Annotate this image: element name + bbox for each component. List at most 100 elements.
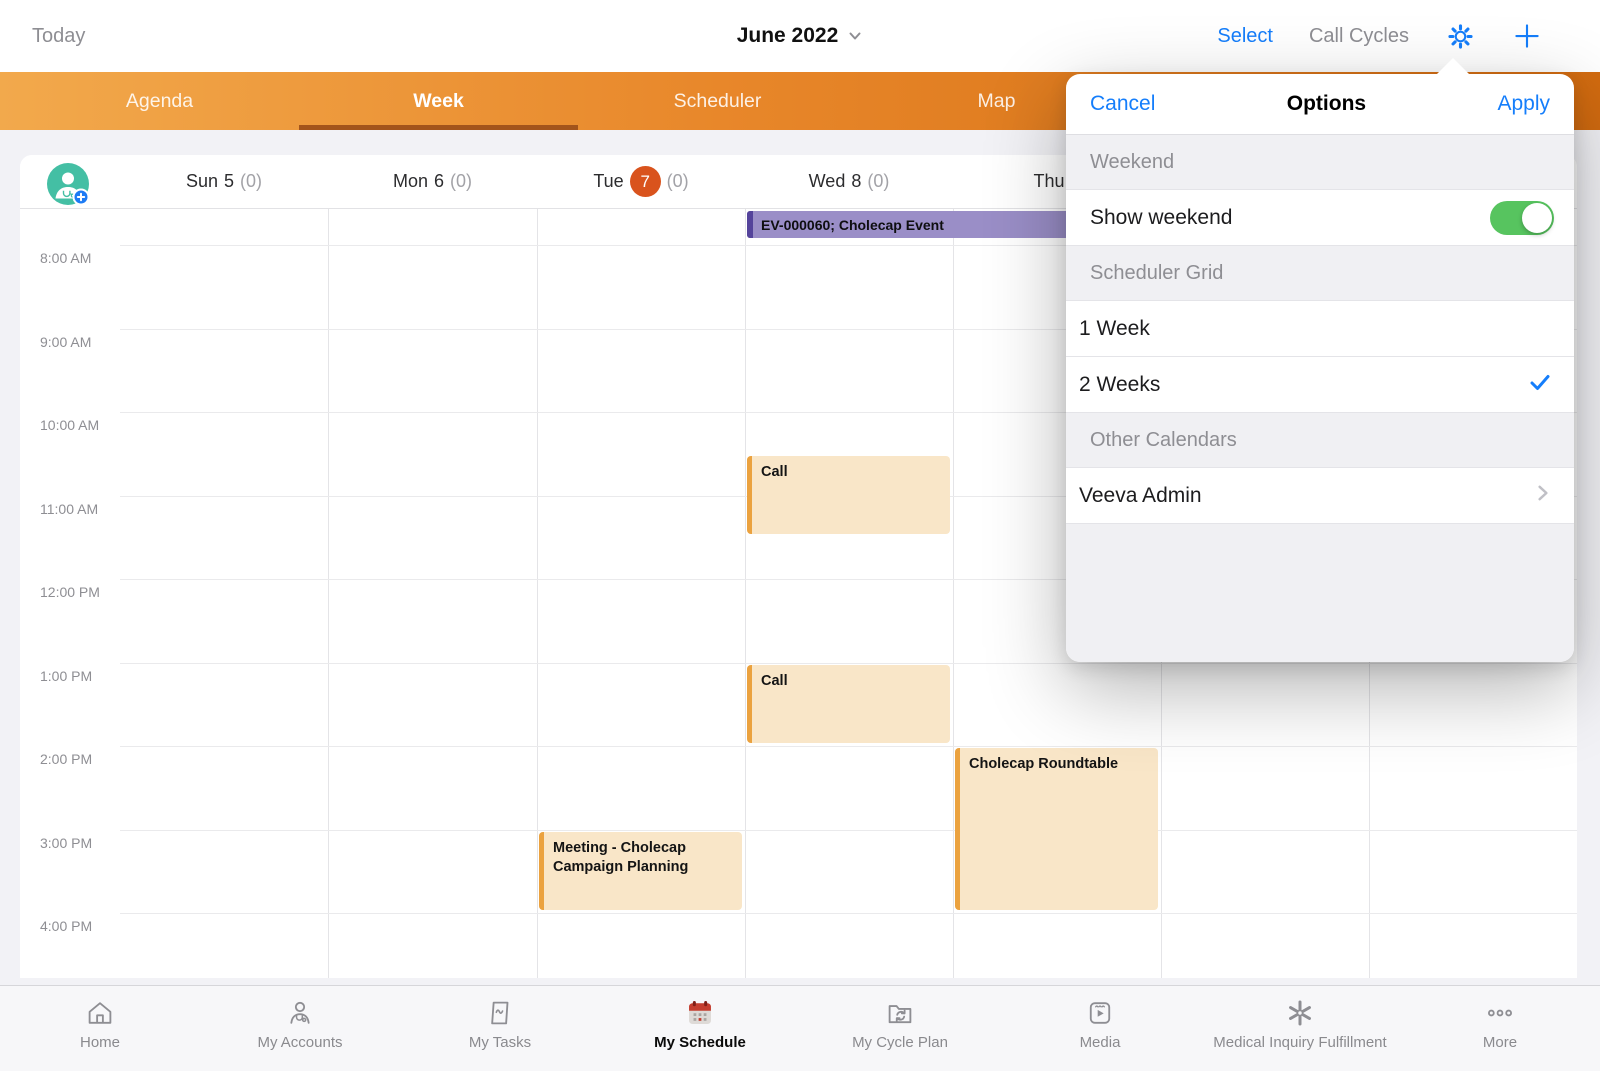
today-date-badge: 7	[630, 166, 661, 197]
medical-inquiry-icon	[1284, 997, 1316, 1029]
day-name: Thu	[1033, 171, 1064, 192]
chevron-down-icon[interactable]	[847, 28, 863, 44]
grid-option-label: 2 Weeks	[1079, 373, 1160, 397]
view-tab-label: Map	[978, 90, 1016, 113]
weekend-section-header: Weekend	[1066, 135, 1574, 190]
tab-home[interactable]: Home	[0, 986, 200, 1071]
tab-label: Home	[80, 1034, 120, 1051]
event-accent-bar	[539, 832, 544, 911]
grid-column-line	[953, 208, 954, 978]
day-header-mon[interactable]: Mon 6 (0)	[328, 155, 537, 208]
tab-my-tasks[interactable]: My Tasks	[400, 986, 600, 1071]
time-label: 9:00 AM	[40, 334, 91, 350]
tab-my-schedule[interactable]: My Schedule	[600, 986, 800, 1071]
add-plus-button[interactable]	[1512, 21, 1542, 51]
tab-label: More	[1483, 1034, 1517, 1051]
settings-gear-icon[interactable]	[1445, 21, 1476, 52]
day-name: Wed	[809, 171, 846, 192]
tab-my-cycle-plan[interactable]: My Cycle Plan	[800, 986, 1000, 1071]
select-button[interactable]: Select	[1217, 25, 1273, 48]
calendar-event[interactable]: Cholecap Roundtable	[955, 748, 1158, 910]
event-accent-bar	[955, 748, 960, 910]
event-title: Cholecap Roundtable	[969, 755, 1150, 775]
grid-column-line	[328, 208, 329, 978]
grid-option-2-weeks[interactable]: 2 Weeks	[1066, 357, 1574, 413]
day-name: Sun	[186, 171, 218, 192]
calendar-event[interactable]: Call	[747, 665, 950, 744]
tab-label: Media	[1080, 1034, 1121, 1051]
time-label: 1:00 PM	[40, 668, 92, 684]
event-accent-bar	[747, 456, 752, 535]
my-schedule-icon	[684, 997, 716, 1029]
time-label: 3:00 PM	[40, 835, 92, 851]
day-header-tue[interactable]: Tue 7 (0)	[537, 155, 745, 208]
time-label: 2:00 PM	[40, 751, 92, 767]
grid-column-line	[745, 208, 746, 978]
time-label: 4:00 PM	[40, 918, 92, 934]
call-cycles-button[interactable]: Call Cycles	[1309, 25, 1409, 48]
day-date: 6	[434, 171, 444, 192]
day-header-wed[interactable]: Wed8 (0)	[745, 155, 953, 208]
event-accent-bar	[747, 665, 752, 744]
grid-hour-line	[120, 830, 1577, 831]
grid-hour-line	[120, 913, 1577, 914]
view-tab-week[interactable]: Week	[299, 72, 578, 130]
calendar-event[interactable]: Call	[747, 456, 950, 535]
time-label: 11:00 AM	[40, 501, 98, 517]
popover-title: Options	[1287, 92, 1366, 116]
view-tab-scheduler[interactable]: Scheduler	[578, 72, 857, 130]
tab-more[interactable]: More	[1400, 986, 1600, 1071]
day-date: 8	[851, 171, 861, 192]
time-label: 8:00 AM	[40, 250, 91, 266]
more-icon	[1484, 997, 1516, 1029]
cancel-button[interactable]: Cancel	[1090, 92, 1155, 116]
month-title[interactable]: June 2022	[737, 24, 839, 48]
tab-media[interactable]: Media	[1000, 986, 1200, 1071]
grid-column-line	[537, 208, 538, 978]
day-event-count: (0)	[450, 171, 472, 192]
my-cycle-plan-icon	[884, 997, 916, 1029]
event-title: Call	[761, 463, 942, 483]
grid-hour-line	[120, 746, 1577, 747]
day-name: Mon	[393, 171, 428, 192]
day-name: Tue	[593, 171, 623, 192]
media-icon	[1084, 997, 1116, 1029]
bottom-tab-bar: Home My Accounts My Tasks My Schedule My Cyc…	[0, 985, 1600, 1071]
event-title: Meeting - Cholecap Campaign Planning	[553, 839, 734, 878]
popover-filler	[1066, 524, 1574, 662]
other-calendar-veeva-admin[interactable]: Veeva Admin	[1066, 468, 1574, 524]
tab-my-accounts[interactable]: My Accounts	[200, 986, 400, 1071]
home-icon	[84, 997, 116, 1029]
tab-medical-inquiry-fulfillment[interactable]: Medical Inquiry Fulfillment	[1200, 986, 1400, 1071]
apply-button[interactable]: Apply	[1497, 92, 1550, 116]
day-event-count: (0)	[240, 171, 262, 192]
event-title: Call	[761, 672, 942, 692]
chevron-right-icon	[1534, 484, 1552, 508]
other-calendars-section-header: Other Calendars	[1066, 413, 1574, 468]
view-tab-label: Scheduler	[674, 90, 762, 113]
add-account-avatar-button[interactable]	[46, 162, 90, 206]
view-tab-agenda[interactable]: Agenda	[20, 72, 299, 130]
show-weekend-toggle[interactable]	[1490, 201, 1554, 235]
calendar-event[interactable]: Meeting - Cholecap Campaign Planning	[539, 832, 742, 911]
grid-option-1-week[interactable]: 1 Week	[1066, 301, 1574, 357]
day-header-sun[interactable]: Sun 5 (0)	[120, 155, 328, 208]
grid-hour-line	[120, 663, 1577, 664]
tab-label: My Cycle Plan	[852, 1034, 948, 1051]
options-popover: Cancel Options Apply Weekend Show weeken…	[1066, 57, 1574, 662]
tab-label: My Accounts	[257, 1034, 342, 1051]
view-tab-label: Week	[413, 90, 464, 113]
active-tab-underline	[299, 125, 578, 130]
time-label: 10:00 AM	[40, 417, 99, 433]
day-event-count: (0)	[667, 171, 689, 192]
tab-label: My Schedule	[654, 1034, 746, 1051]
day-event-count: (0)	[867, 171, 889, 192]
view-tab-label: Agenda	[126, 90, 193, 113]
all-day-event-title: EV-000060; Cholecap Event	[761, 217, 944, 233]
tab-label: My Tasks	[469, 1034, 531, 1051]
other-calendar-label: Veeva Admin	[1079, 484, 1202, 508]
popover-arrow	[1436, 58, 1470, 75]
show-weekend-label: Show weekend	[1090, 206, 1232, 230]
event-accent-bar	[747, 211, 753, 238]
day-date: 5	[224, 171, 234, 192]
